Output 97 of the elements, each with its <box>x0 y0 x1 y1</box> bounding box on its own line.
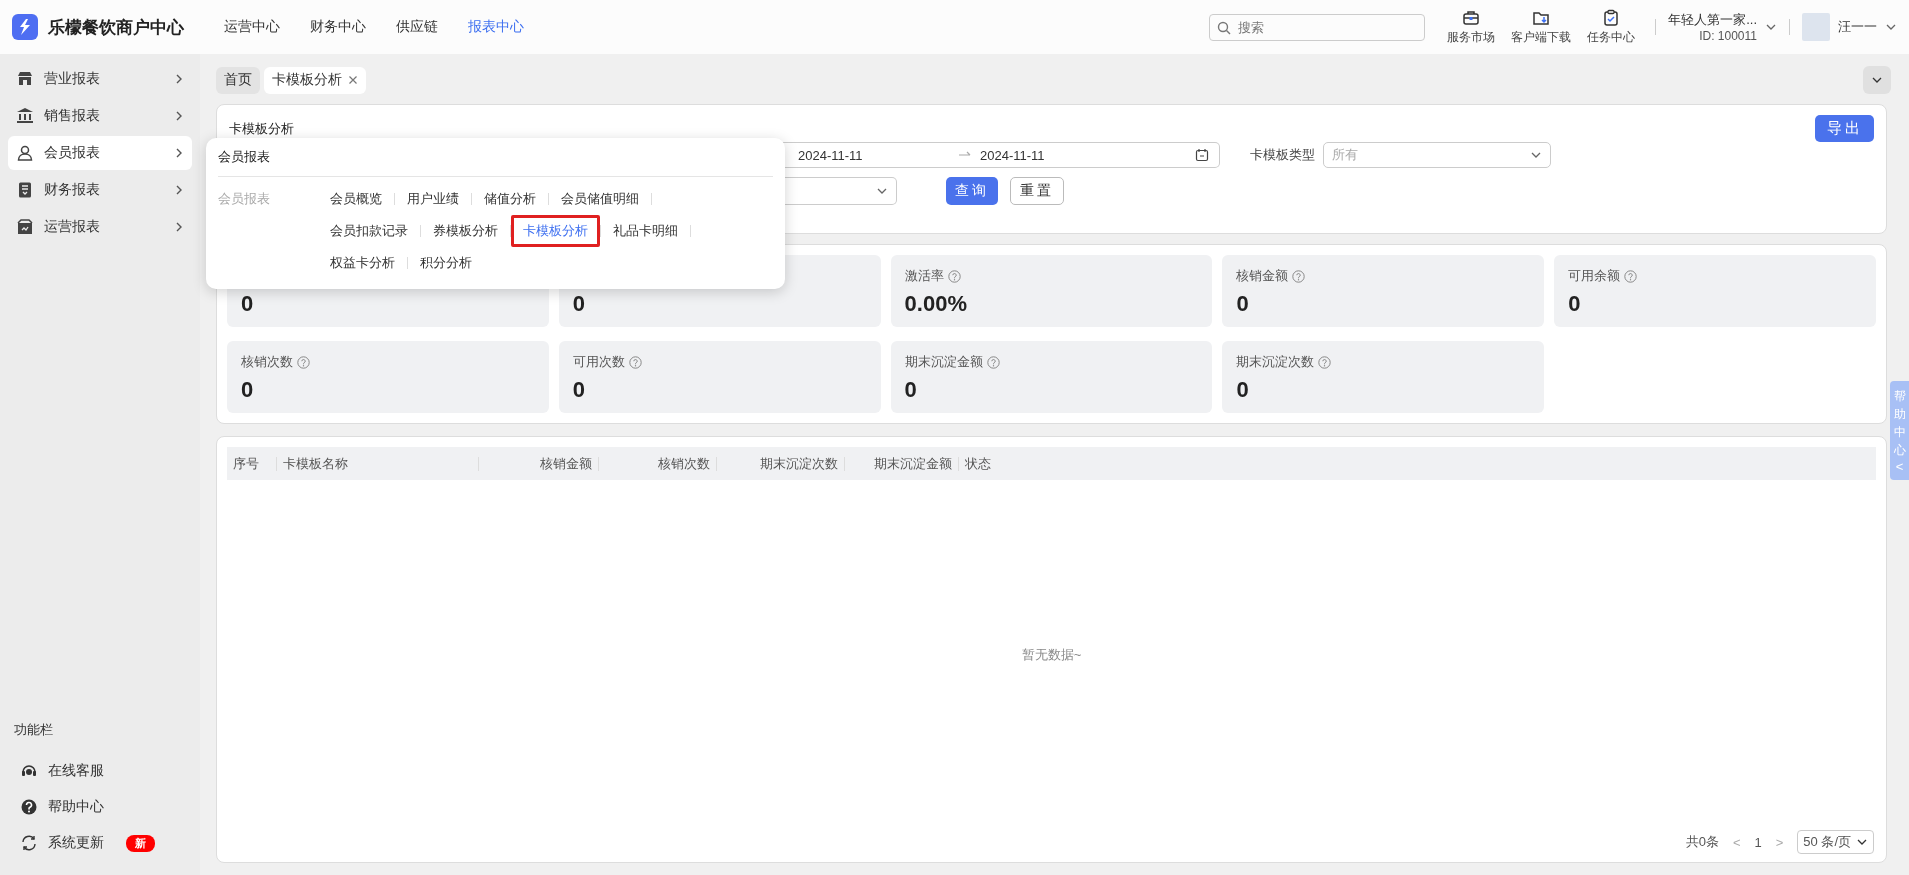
menu-item[interactable]: 会员扣款记录 <box>318 215 420 247</box>
help-circle-icon <box>1624 269 1638 283</box>
store-selector[interactable]: 年轻人第一家... ID: 100011 <box>1668 11 1777 43</box>
date-range-field[interactable]: 2024-11-11 2024-11-11 <box>782 142 1220 168</box>
calendar-icon <box>1195 148 1209 162</box>
stat-label: 核销金额 <box>1236 267 1289 285</box>
menu-item[interactable]: 券模板分析 <box>421 215 510 247</box>
column-header: 状态 <box>964 456 992 471</box>
menu-item[interactable]: 会员储值明细 <box>549 183 651 215</box>
chevron-right-icon <box>174 221 184 233</box>
sidebar-item[interactable]: 运营报表 <box>8 210 192 244</box>
stat-value: 0 <box>904 377 918 403</box>
menu-item[interactable]: 卡模板分析 <box>511 215 600 247</box>
search-icon <box>1217 20 1232 35</box>
avatar-image <box>1802 13 1830 41</box>
help-circle-icon <box>947 269 961 283</box>
group-label: 会员报表 <box>218 190 271 208</box>
bank-icon <box>16 107 34 125</box>
page-size-select[interactable]: 50 条/页 <box>1797 830 1874 854</box>
panel-title: 卡模板分析 <box>229 119 294 138</box>
stat-value: 0.00% <box>904 291 968 317</box>
user-menu[interactable]: 汪一一 <box>1802 13 1897 41</box>
shortcut-button[interactable]: 服务市场 <box>1447 8 1496 46</box>
stat-value: 0 <box>241 291 255 317</box>
collapse-button[interactable] <box>1863 66 1891 94</box>
new-badge: 新 <box>126 834 155 852</box>
stat-value: 0 <box>1568 291 1582 317</box>
search-field[interactable]: 搜索 <box>1209 13 1426 41</box>
sidebar-link[interactable]: 系统更新 <box>14 825 110 861</box>
store-name: 年轻人第一家... <box>1668 11 1757 29</box>
empty-message: 暂无数据~ <box>1021 646 1082 664</box>
ledger-icon <box>16 181 34 199</box>
stat-value: 0 <box>572 377 587 403</box>
stat-value: 0 <box>1236 291 1250 317</box>
close-icon <box>348 75 358 85</box>
section-title: 功能栏 <box>14 721 54 739</box>
person-icon <box>16 144 34 162</box>
box-icon <box>16 218 34 236</box>
shortcut-button[interactable]: 任务中心 <box>1587 8 1636 46</box>
refresh-icon <box>20 834 38 852</box>
clipboard-check-icon <box>1602 8 1621 27</box>
page-tab[interactable]: 卡模板分析 <box>264 66 366 94</box>
chevron-right-icon <box>174 73 184 85</box>
sidebar-item[interactable]: 营业报表 <box>8 62 192 96</box>
sidebar-link[interactable]: 帮助中心 <box>14 789 110 825</box>
chevron-right-icon <box>174 184 184 196</box>
page-number[interactable]: 1 <box>1754 834 1762 850</box>
nav-link[interactable]: 运营中心 <box>224 18 280 36</box>
app-title: 乐檬餐饮商户中心 <box>48 16 184 39</box>
chevron-right-icon <box>174 110 184 122</box>
column-header: 核销金额 <box>479 456 599 471</box>
stat-label: 期末沉淀金额 <box>904 353 983 371</box>
help-circle-icon <box>1292 269 1306 283</box>
menu-item[interactable]: 权益卡分析 <box>318 247 407 279</box>
help-icon <box>20 798 38 816</box>
menu-item[interactable]: 积分分析 <box>408 247 484 279</box>
help-circle-icon <box>628 355 642 369</box>
stat-label: 核销次数 <box>241 353 293 371</box>
stat-value: 0 <box>572 291 587 317</box>
column-header: 卡模板名称 <box>277 456 479 471</box>
column-header: 期末沉淀次数 <box>717 456 845 471</box>
shortcut-button[interactable]: 客户端下载 <box>1511 8 1572 46</box>
help-circle-icon <box>1318 355 1332 369</box>
briefcase-icon <box>1462 8 1481 27</box>
nav-link[interactable]: 供应链 <box>396 18 438 36</box>
help-circle-icon <box>297 355 310 369</box>
sidebar-item[interactable]: 财务报表 <box>8 173 192 207</box>
help-circle-icon <box>986 355 1000 369</box>
column-header: 核销次数 <box>599 456 717 471</box>
menu-title: 会员报表 <box>218 148 773 177</box>
export-button[interactable]: 导出 <box>1815 115 1874 142</box>
stat-value: 0 <box>1236 377 1250 403</box>
menu-item[interactable]: 会员概览 <box>318 183 394 215</box>
sidebar-item[interactable]: 销售报表 <box>8 99 192 133</box>
storefront-icon <box>16 70 34 88</box>
stat-label: 可用余额 <box>1568 267 1621 285</box>
column-header: 序号 <box>227 456 277 471</box>
menu-item[interactable]: 礼品卡明细 <box>601 215 690 247</box>
sidebar-item[interactable]: 会员报表 <box>8 136 192 170</box>
page-tab[interactable]: 首页 <box>216 66 260 94</box>
stat-label: 期末沉淀次数 <box>1236 353 1315 371</box>
menu-item[interactable]: 用户业绩 <box>395 183 471 215</box>
reset-button[interactable]: 重置 <box>1010 177 1064 205</box>
total-count: 共0条 <box>1685 833 1719 851</box>
field-label: 卡模板类型 <box>1250 146 1315 164</box>
stat-value: 0 <box>241 377 255 403</box>
menu-item[interactable]: 储值分析 <box>472 183 548 215</box>
store-id: ID: 100011 <box>1699 29 1757 43</box>
logo-icon <box>12 14 38 40</box>
nav-link[interactable]: 报表中心 <box>468 18 524 36</box>
stat-label: 可用次数 <box>572 353 625 371</box>
nav-link[interactable]: 财务中心 <box>310 18 366 36</box>
stat-label: 激活率 <box>904 267 944 285</box>
query-button[interactable]: 查询 <box>946 177 998 205</box>
sidebar-link[interactable]: 在线客服 <box>14 753 110 789</box>
column-header: 期末沉淀金额 <box>845 456 959 471</box>
chevron-right-icon <box>174 147 184 159</box>
